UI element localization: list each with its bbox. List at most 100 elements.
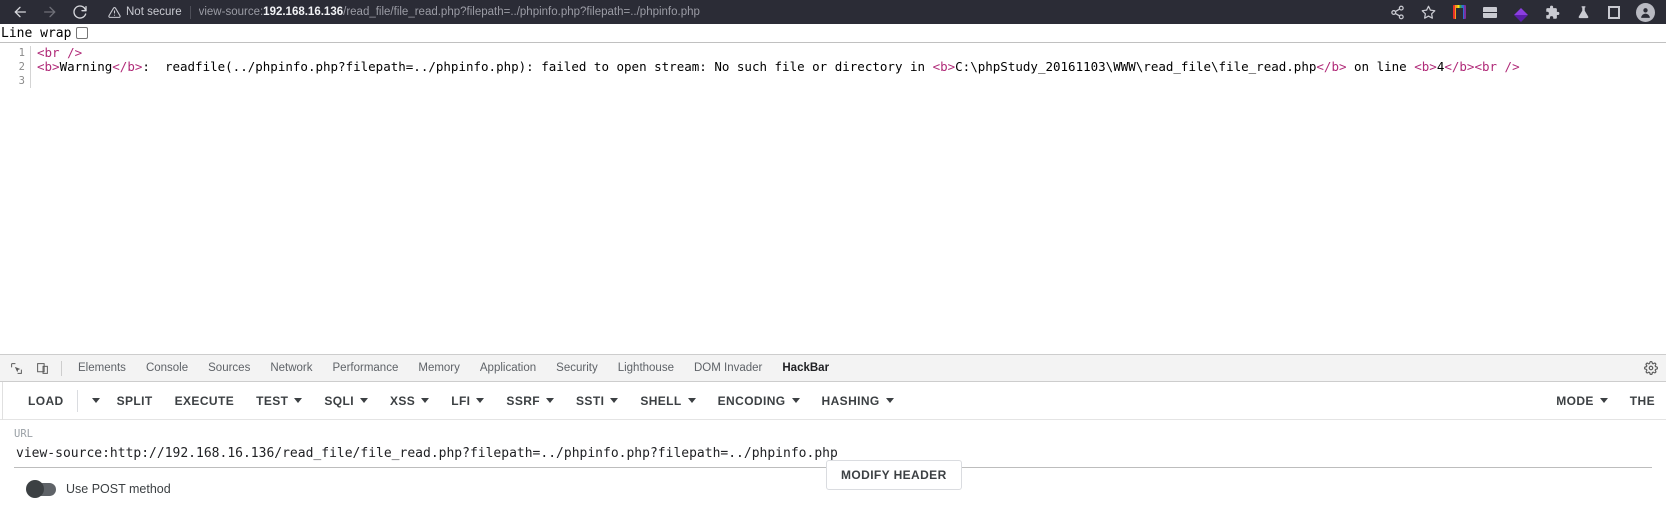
forward-button[interactable] [36,0,64,24]
line-number: 3 [18,75,25,87]
devtools-panel: Elements Console Sources Network Perform… [0,354,1666,498]
source-text: : readfile(../phpinfo.php?filepath=../ph… [142,59,933,74]
source-tag: </b> [1444,59,1475,74]
back-button[interactable] [6,0,34,24]
tab-memory[interactable]: Memory [408,355,470,381]
hashing-label: HASHING [821,393,880,408]
ssrf-label: SSRF [506,393,541,408]
address-bar[interactable]: Not secure view-source:192.168.16.136/re… [100,2,1378,22]
chevron-down-icon [476,398,485,403]
url-field-label: URL [14,428,33,440]
chevron-down-icon [546,398,555,403]
test-menu-button[interactable]: TEST [245,386,313,416]
tab-console[interactable]: Console [136,355,198,381]
source-tag: </b> [112,59,143,74]
load-split-divider [76,389,78,412]
hackbar-footer: Use POST method MODIFY HEADER [14,460,1652,498]
extension-gray-icon[interactable] [1475,0,1505,24]
url-text: view-source:192.168.16.136/read_file/fil… [199,6,700,18]
chevron-down-icon [360,398,368,403]
mode-label: MODE [1556,393,1594,408]
hashing-menu-button[interactable]: HASHING [811,386,905,416]
source-view: 1 2 3 <br /> <b>Warning</b>: readfile(../… [0,43,1666,88]
extensions-puzzle-icon[interactable] [1537,0,1567,24]
toolbar-left-rule [2,381,3,420]
lfi-menu-button[interactable]: LFI [440,386,495,416]
url-path: /read_file/file_read.php?filepath=../php… [343,6,700,18]
chevron-down-icon [294,398,303,403]
line-number: 1 [18,47,25,59]
tab-dom-invader[interactable]: DOM Invader [684,355,772,381]
source-tag: <br /> [37,46,83,60]
shell-menu-button[interactable]: SHELL [629,386,706,416]
extension-rainbow-icon[interactable] [1444,0,1474,24]
chevron-down-icon [610,398,619,403]
chevron-down-icon [1599,398,1608,403]
chevron-down-icon [885,398,894,403]
line-number: 2 [18,61,25,73]
profile-avatar-icon[interactable] [1630,0,1660,24]
url-host: 192.168.16.136 [263,6,344,18]
devtools-tabbar-right [1638,355,1666,381]
source-line [37,74,1666,88]
line-wrap-control[interactable]: Line wrap [0,24,1666,43]
tab-lighthouse[interactable]: Lighthouse [608,355,684,381]
hackbar-body: URL Use POST method MODIFY HEADER [0,420,1666,498]
gear-icon[interactable] [1638,355,1664,381]
ssrf-menu-button[interactable]: SSRF [495,386,565,416]
shell-label: SHELL [640,393,682,408]
xss-label: XSS [390,393,416,408]
reload-button[interactable] [66,0,94,24]
theme-menu-button[interactable]: THE [1619,386,1666,416]
hackbar-toolbar-right: MODE THE [1545,386,1666,416]
split-button[interactable]: SPLIT [106,386,164,416]
sqli-menu-button[interactable]: SQLI [313,386,379,416]
device-toolbar-icon[interactable] [29,355,55,381]
url-scheme: view-source: [198,6,264,18]
source-tag: </b> [1316,59,1347,74]
line-wrap-label-wrap[interactable]: Line wrap [1,25,89,41]
execute-button[interactable]: EXECUTE [164,386,245,416]
test-label: TEST [256,393,289,408]
xss-menu-button[interactable]: XSS [379,386,440,416]
extension-square-icon[interactable] [1599,0,1629,24]
inspect-element-icon[interactable] [3,355,29,381]
load-button[interactable]: LOAD [17,386,75,416]
chevron-down-icon [687,398,696,403]
omnibox-divider [189,5,191,19]
source-line: <br /> [37,46,1666,60]
tab-sources[interactable]: Sources [198,355,260,381]
mode-menu-button[interactable]: MODE [1545,386,1619,416]
extension-flask-icon[interactable] [1568,0,1598,24]
tab-security[interactable]: Security [546,355,608,381]
chevron-down-icon [791,398,800,403]
source-text: C:\phpStudy_20161103\WWW\read_file\file_… [955,59,1317,74]
extension-diamond-icon[interactable] [1506,0,1536,24]
encoding-menu-button[interactable]: ENCODING [707,386,811,416]
line-wrap-checkbox[interactable] [76,27,89,39]
modify-header-button[interactable]: MODIFY HEADER [826,460,962,490]
ssti-menu-button[interactable]: SSTI [565,386,629,416]
tab-performance[interactable]: Performance [323,355,409,381]
share-icon[interactable] [1382,0,1412,24]
source-tag: <b> [932,59,956,74]
tab-elements[interactable]: Elements [68,355,136,381]
bookmark-star-icon[interactable] [1413,0,1443,24]
security-status-label: Not secure [126,6,182,18]
use-post-method-toggle[interactable] [26,480,56,498]
browser-actions [1382,0,1660,24]
tab-network[interactable]: Network [260,355,322,381]
tab-application[interactable]: Application [470,355,546,381]
lfi-label: LFI [451,393,471,408]
view-source-page: Line wrap 1 2 3 <br /> <b>Warning</b>: re… [0,24,1666,354]
line-wrap-label: Line wrap [1,25,72,41]
source-text: on line [1346,59,1415,74]
tab-hackbar[interactable]: HackBar [772,355,839,381]
source-tag: <b> [1414,59,1437,74]
sqli-label: SQLI [324,393,354,408]
line-number-gutter: 1 2 3 [0,46,31,88]
source-code[interactable]: <br /> <b>Warning</b>: readfile(../phpinf… [31,46,1666,88]
browser-toolbar: Not secure view-source:192.168.16.136/re… [0,0,1666,24]
load-dropdown-caret-icon[interactable] [80,386,106,416]
chevron-down-icon [421,398,430,403]
